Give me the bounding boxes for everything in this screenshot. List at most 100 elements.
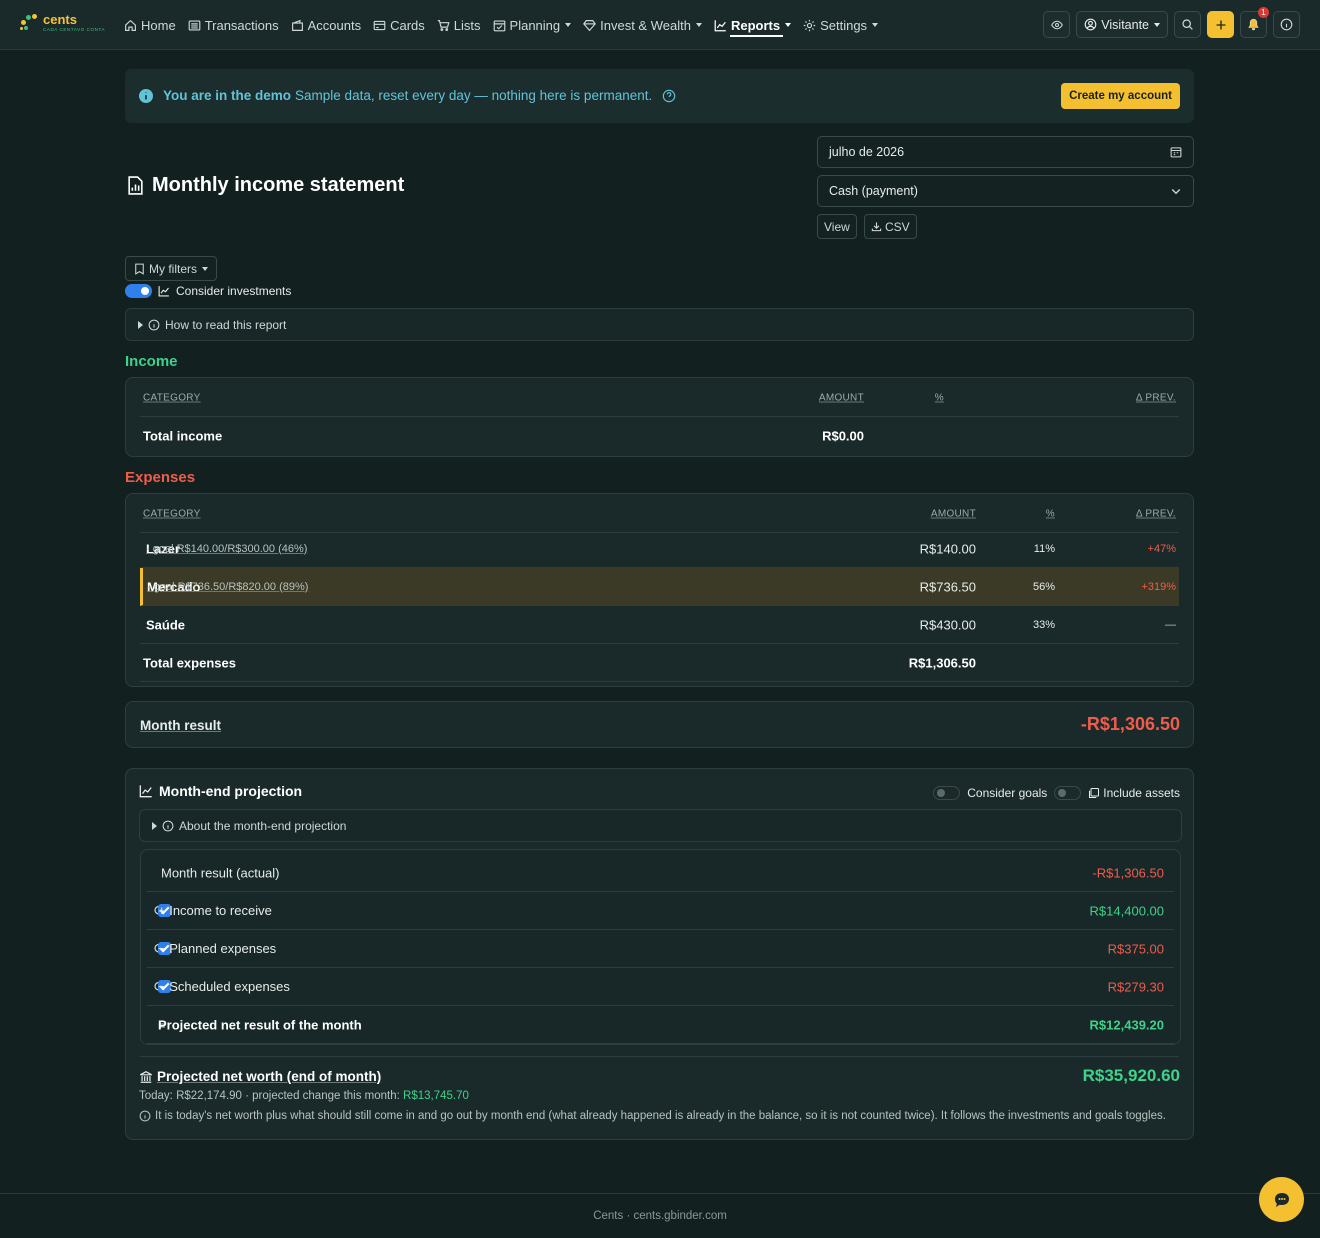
income-col-pct[interactable]: % bbox=[935, 393, 944, 404]
list-icon bbox=[188, 19, 201, 31]
my-filters-button[interactable]: My filters bbox=[125, 256, 217, 281]
create-account-button[interactable]: Create my account bbox=[1061, 83, 1180, 109]
nav-cards[interactable]: Cards bbox=[367, 0, 431, 50]
expenses-total-row: Total expenses R$1,306.50 bbox=[140, 644, 1179, 682]
chevron-down-icon bbox=[785, 23, 792, 27]
nav-lists-label: Lists bbox=[453, 17, 481, 33]
expense-row[interactable]: Saúde R$430.00 33% — bbox=[140, 606, 1179, 644]
csv-button[interactable]: CSV bbox=[864, 214, 917, 239]
nav-settings-label: Settings bbox=[820, 17, 868, 33]
add-button[interactable] bbox=[1207, 11, 1234, 38]
income-total-row: Total income R$0.00 bbox=[140, 417, 1179, 455]
notification-badge: 1 bbox=[1258, 7, 1269, 18]
month-result-label[interactable]: Month result bbox=[140, 718, 221, 733]
chevron-down-icon bbox=[565, 23, 572, 27]
info-circle-icon bbox=[139, 1110, 151, 1122]
note-text: It is today's net worth plus what should… bbox=[155, 1110, 1166, 1122]
info-button[interactable] bbox=[1273, 11, 1300, 38]
expenses-col-delta[interactable]: Δ PREV. bbox=[1136, 509, 1176, 520]
expense-amount: R$736.50 bbox=[919, 579, 976, 594]
brand-logo[interactable]: cents CADA CENTAVO CONTA bbox=[20, 13, 105, 33]
networth-note: It is today's net worth plus what should… bbox=[139, 1110, 1166, 1122]
chevron-down-icon bbox=[202, 266, 208, 271]
month-value: julho de 2026 bbox=[829, 145, 905, 159]
expense-pct: 11% bbox=[1033, 542, 1055, 555]
bell-icon bbox=[1248, 18, 1259, 31]
income-col-amount[interactable]: AMOUNT bbox=[819, 393, 864, 404]
search-icon bbox=[1182, 19, 1193, 30]
credit-card-icon bbox=[373, 20, 386, 30]
expense-delta: +319% bbox=[1141, 580, 1176, 593]
expense-pct: 56% bbox=[1032, 580, 1055, 593]
info-circle-icon bbox=[1280, 18, 1293, 31]
expense-goal[interactable]: · goal R$140.00/R$300.00 (46%) bbox=[146, 543, 307, 555]
eye-icon bbox=[1050, 20, 1063, 29]
caret-right-icon bbox=[138, 320, 143, 329]
expenses-col-amount[interactable]: AMOUNT bbox=[931, 509, 976, 520]
income-col-category[interactable]: CATEGORY bbox=[143, 393, 201, 404]
expense-delta: — bbox=[1165, 618, 1176, 631]
chat-button[interactable] bbox=[1259, 1177, 1304, 1222]
income-col-delta[interactable]: Δ PREV. bbox=[1136, 393, 1176, 404]
nav-planning[interactable]: Planning bbox=[487, 0, 578, 50]
expense-category-name: Saúde bbox=[146, 617, 186, 632]
view-button[interactable]: View bbox=[817, 214, 857, 239]
net-value: R$12,439.20 bbox=[1089, 1017, 1164, 1032]
expenses-total-amount: R$1,306.50 bbox=[908, 655, 976, 670]
nav-home[interactable]: Home bbox=[118, 0, 182, 50]
month-picker[interactable]: julho de 2026 bbox=[817, 136, 1194, 168]
income-table-header: CATEGORY AMOUNT % Δ PREV. bbox=[140, 380, 1179, 417]
demo-title: You are in the demo bbox=[163, 88, 292, 103]
cart-icon bbox=[437, 19, 450, 31]
expense-row[interactable]: Lazer · goal R$140.00/R$300.00 (46%) R$1… bbox=[140, 530, 1179, 568]
networth-label[interactable]: Projected net worth (end of month) bbox=[157, 1069, 381, 1084]
how-to-read-details[interactable]: How to read this report bbox=[125, 308, 1194, 341]
about-projection-details[interactable]: About the month-end projection bbox=[139, 809, 1182, 842]
nav-invest-label: Invest & Wealth bbox=[600, 17, 691, 33]
nav-settings[interactable]: Settings bbox=[797, 0, 884, 50]
expenses-col-category[interactable]: CATEGORY bbox=[143, 509, 201, 520]
gear-icon bbox=[803, 19, 816, 31]
consider-goals-toggle[interactable] bbox=[933, 786, 961, 800]
my-filters-label: My filters bbox=[149, 261, 197, 276]
nav-lists[interactable]: Lists bbox=[431, 0, 487, 50]
search-button[interactable] bbox=[1174, 11, 1201, 38]
divider bbox=[140, 1056, 1179, 1057]
privacy-toggle-button[interactable] bbox=[1043, 11, 1071, 38]
expense-row-highlighted[interactable]: Mercado · goal R$736.50/R$820.00 (89%) R… bbox=[140, 568, 1179, 606]
nav-invest[interactable]: Invest & Wealth bbox=[577, 0, 708, 50]
expenses-section-title: Expenses bbox=[125, 469, 196, 486]
expense-amount: R$430.00 bbox=[919, 617, 976, 632]
chevron-down-icon bbox=[1171, 189, 1181, 195]
consider-investments-label: Consider investments bbox=[176, 284, 292, 298]
user-menu-button[interactable]: Visitante bbox=[1076, 11, 1168, 38]
month-result-value: -R$1,306.50 bbox=[1080, 714, 1180, 734]
chevron-down-icon bbox=[872, 23, 879, 27]
nav-reports[interactable]: Reports bbox=[708, 0, 797, 50]
user-circle-icon bbox=[1084, 18, 1097, 31]
expenses-card: CATEGORY AMOUNT % Δ PREV. Lazer · goal R… bbox=[125, 493, 1194, 687]
projection-row-planned: − Planned expenses R$375.00 bbox=[147, 930, 1174, 968]
layers-icon bbox=[1089, 787, 1100, 799]
net-label: Projected net result of the month bbox=[158, 1017, 362, 1032]
consider-investments-toggle[interactable] bbox=[125, 284, 152, 298]
notifications-button[interactable]: 1 bbox=[1240, 7, 1269, 38]
include-assets-toggle[interactable] bbox=[1054, 786, 1082, 800]
view-button-label: View bbox=[824, 219, 850, 234]
basis-select[interactable]: Cash (payment) bbox=[817, 175, 1194, 207]
how-to-read-label: How to read this report bbox=[165, 317, 287, 332]
chart-line-icon bbox=[714, 19, 726, 31]
demo-message: Sample data, reset every day — nothing h… bbox=[295, 88, 653, 103]
nav-transactions-label: Transactions bbox=[204, 17, 279, 33]
question-circle-icon[interactable] bbox=[662, 89, 676, 103]
nav-transactions[interactable]: Transactions bbox=[182, 0, 285, 50]
month-result-card: Month result -R$1,306.50 bbox=[125, 701, 1194, 748]
expenses-col-pct[interactable]: % bbox=[1046, 509, 1055, 520]
projection-row-income: + Income to receive R$14,400.00 bbox=[147, 892, 1174, 930]
scheduled-label: − Scheduled expenses bbox=[158, 979, 290, 994]
bookmark-icon bbox=[135, 263, 144, 275]
chart-line-icon bbox=[139, 785, 152, 798]
income-card: CATEGORY AMOUNT % Δ PREV. Total income R… bbox=[125, 377, 1194, 457]
nav-accounts[interactable]: Accounts bbox=[285, 0, 367, 50]
expense-goal[interactable]: · goal R$736.50/R$820.00 (89%) bbox=[147, 581, 308, 593]
